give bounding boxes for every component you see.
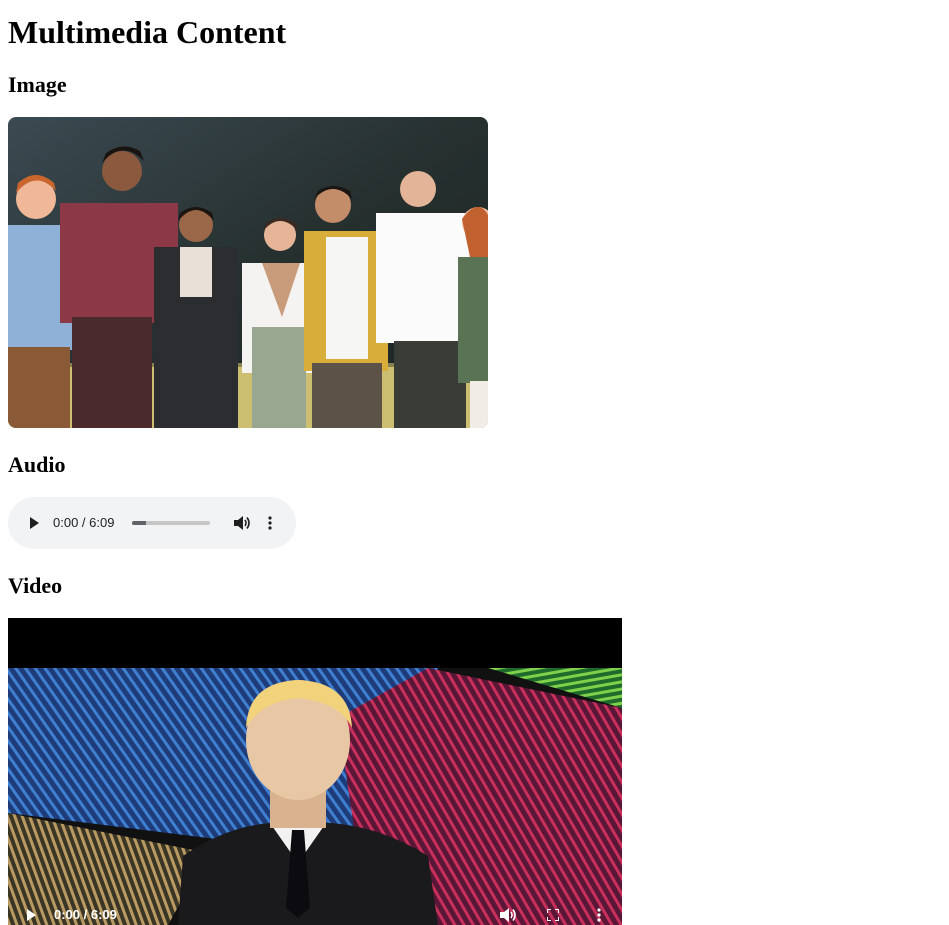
fullscreen-icon (547, 909, 559, 921)
audio-volume-button[interactable] (231, 512, 253, 534)
audio-time-separator: / (78, 515, 90, 530)
video-controls: 0:00 / 6:09 (8, 905, 622, 925)
audio-seek-bar[interactable] (132, 521, 210, 525)
audio-more-options-button[interactable] (260, 512, 280, 534)
video-duration: 6:09 (90, 907, 117, 922)
play-icon (30, 517, 39, 529)
video-frame (8, 618, 622, 925)
more-options-icon (268, 516, 272, 530)
video-more-options-button[interactable] (590, 905, 608, 925)
video-time-separator: / (80, 907, 91, 922)
image-heading: Image (8, 72, 67, 97)
volume-icon (500, 908, 516, 922)
video-current-time: 0:00 (54, 907, 81, 922)
audio-duration: 6:09 (89, 515, 115, 530)
audio-play-button[interactable] (24, 513, 44, 533)
video-play-button[interactable] (22, 907, 40, 923)
group-photo (8, 117, 488, 428)
audio-player[interactable]: 0:00 / 6:09 (8, 497, 296, 549)
page: Multimedia Content Image Audio 0:00 / 6:… (0, 0, 949, 925)
group-photo-illustration (8, 117, 488, 428)
page-title: Multimedia Content (8, 14, 287, 50)
video-time-display: 0:00 / 6:09 (54, 906, 117, 924)
video-player[interactable]: 0:00 / 6:09 (8, 618, 622, 925)
audio-heading: Audio (8, 452, 66, 477)
video-fullscreen-button[interactable] (543, 905, 563, 925)
play-icon (26, 909, 36, 921)
video-volume-button[interactable] (497, 905, 519, 925)
volume-icon (234, 516, 250, 530)
audio-buffered-range (132, 521, 147, 525)
audio-time-display: 0:00 / 6:09 (53, 514, 114, 532)
more-options-icon (597, 908, 601, 922)
video-heading: Video (8, 573, 63, 598)
audio-current-time: 0:00 (53, 515, 79, 530)
